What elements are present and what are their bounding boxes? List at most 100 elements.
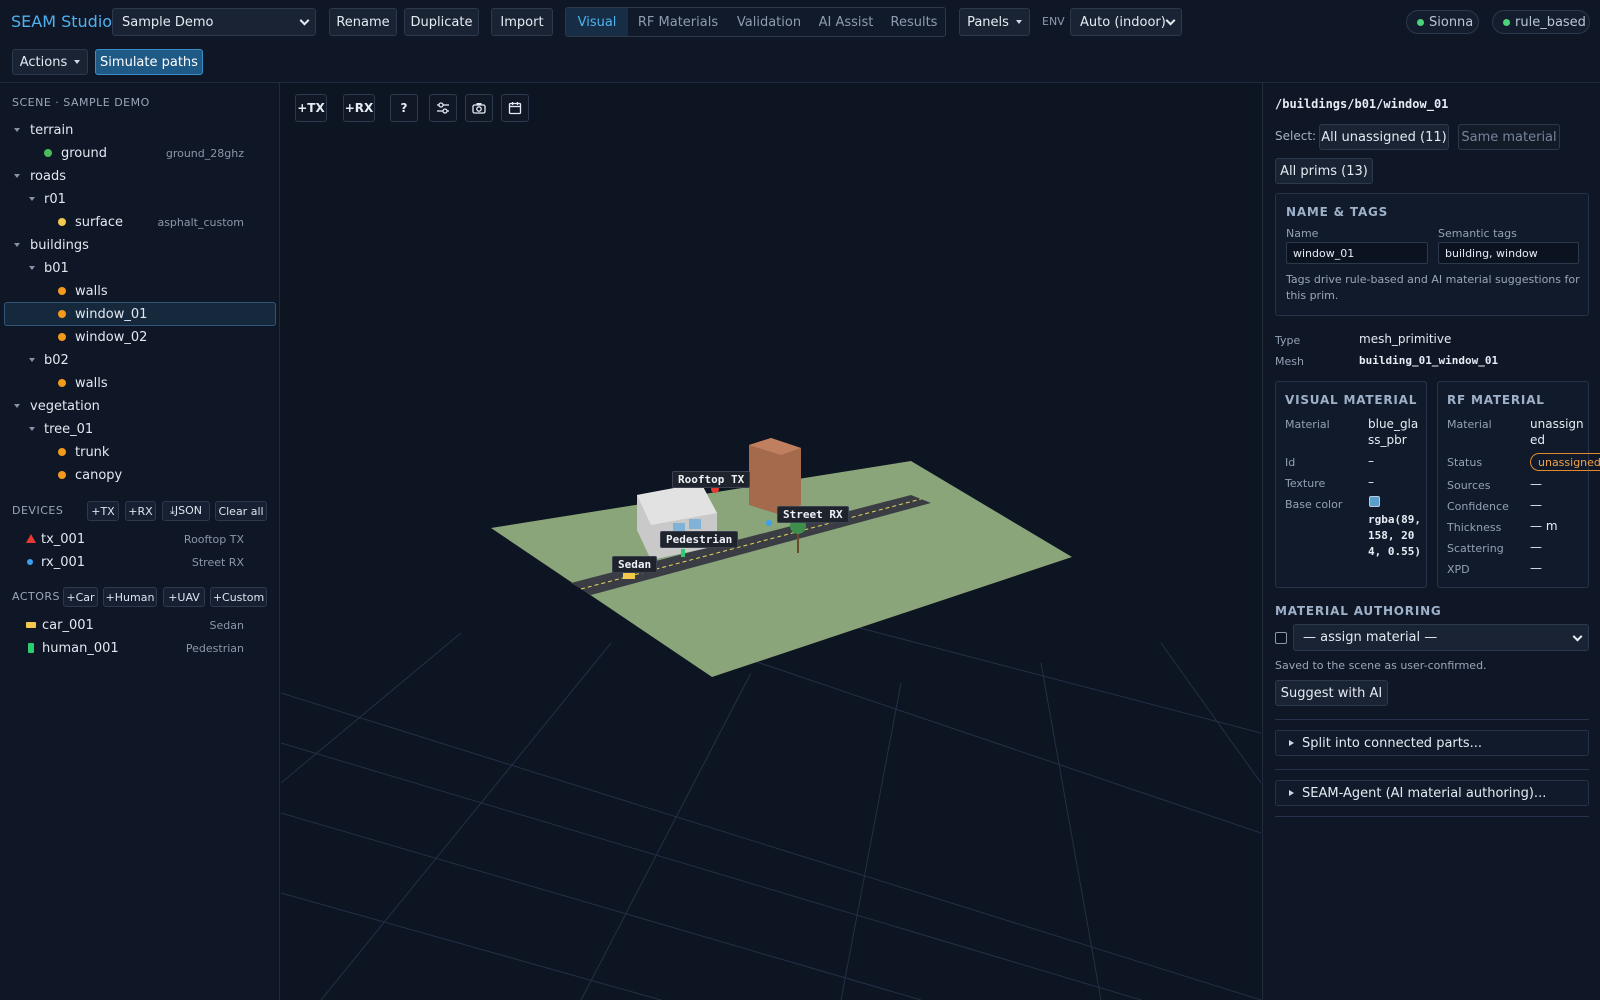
timeline-button[interactable] <box>501 94 529 122</box>
add-rx-button[interactable]: +RX <box>125 501 156 521</box>
tree-item-label: canopy <box>75 467 123 483</box>
seam-agent-disclosure[interactable]: SEAM-Agent (AI material authoring)... <box>1275 780 1589 806</box>
chevron-down-icon <box>1572 631 1583 642</box>
import-button[interactable]: Import <box>491 8 553 36</box>
add-car-button[interactable]: +Car <box>63 587 98 607</box>
disclosure-triangle-icon <box>1289 790 1294 796</box>
divider <box>1275 719 1589 720</box>
tree-item-canopy[interactable]: canopy <box>58 464 122 486</box>
actor-id: human_001 <box>42 640 119 656</box>
tab-validation[interactable]: Validation <box>728 8 810 36</box>
tree-item-roads[interactable]: roads <box>14 165 67 187</box>
device-label: Street RX <box>191 555 244 569</box>
env-select[interactable]: Auto (indoor) <box>1070 8 1182 36</box>
tree-item-label: tree_01 <box>44 421 94 437</box>
visual-base-color-label: Base color <box>1285 498 1343 511</box>
tree-item-material: asphalt_custom <box>157 215 244 229</box>
screenshot-button[interactable] <box>465 94 493 122</box>
material-dot-icon <box>58 218 66 226</box>
select-all-unassigned-button[interactable]: All unassigned (11) <box>1319 124 1449 150</box>
tree-item-surface[interactable]: surface asphalt_custom <box>58 211 280 233</box>
expand-triangle-icon <box>29 358 35 362</box>
tree-item-walls[interactable]: walls <box>58 280 108 302</box>
viewport-add-tx-button[interactable]: +TX <box>295 94 327 122</box>
clear-all-button[interactable]: Clear all <box>215 501 267 521</box>
app-root: SEAM Studio Sample Demo Rename Duplicate… <box>0 0 1600 1000</box>
tree-item-window-01[interactable]: window_01 <box>58 303 147 325</box>
tree-item-label: surface <box>75 214 124 230</box>
suggest-with-ai-button[interactable]: Suggest with AI <box>1275 680 1388 706</box>
select-same-material-button[interactable]: Same material <box>1458 124 1560 150</box>
visual-base-color-value: rgba(89, 158, 204, 0.55) <box>1368 513 1421 558</box>
tree-item-r01[interactable]: r01 <box>29 188 66 210</box>
tree-item-label: b01 <box>44 260 69 276</box>
tree-item-label: trunk <box>75 444 110 460</box>
visual-id-label: Id <box>1285 456 1296 469</box>
assign-material-value: — assign material — <box>1303 630 1438 645</box>
tree-item-label: roads <box>30 168 67 184</box>
tree-item-window-02[interactable]: window_02 <box>58 326 147 348</box>
panels-button[interactable]: Panels <box>959 8 1030 36</box>
tree-item-terrain[interactable]: terrain <box>14 119 73 141</box>
status-pill-label: Sionna <box>1429 14 1474 30</box>
visual-material-title: VISUAL MATERIAL <box>1285 393 1418 407</box>
type-value: mesh_primitive <box>1359 332 1452 346</box>
rf-thickness-label: Thickness <box>1447 521 1502 534</box>
tab-visual[interactable]: Visual <box>566 8 628 36</box>
viewport-add-rx-button[interactable]: +RX <box>343 94 375 122</box>
add-custom-button[interactable]: +Custom <box>210 587 267 607</box>
scene-select[interactable]: Sample Demo <box>112 8 316 36</box>
label-rooftop-tx: Rooftop TX <box>672 471 751 488</box>
semantic-tags-field[interactable]: building, window <box>1438 242 1579 264</box>
devices-heading: DEVICES <box>12 504 64 517</box>
tree-item-b01[interactable]: b01 <box>29 257 69 279</box>
actor-row-car-001[interactable]: car_001 Sedan <box>26 614 280 636</box>
simulate-paths-button[interactable]: Simulate paths <box>95 49 203 75</box>
semantic-tags-label: Semantic tags <box>1438 227 1517 240</box>
actor-row-human-001[interactable]: human_001 Pedestrian <box>26 637 280 659</box>
tree-item-trunk[interactable]: trunk <box>58 441 109 463</box>
actor-label: Sedan <box>209 618 244 632</box>
scene-sidebar: SCENE · SAMPLE DEMO terrain ground ground… <box>0 83 280 1000</box>
split-parts-label: Split into connected parts... <box>1302 735 1483 751</box>
confirm-checkbox[interactable] <box>1275 632 1287 644</box>
add-tx-button[interactable]: +TX <box>87 501 119 521</box>
status-pill-sionna: Sionna <box>1406 10 1479 34</box>
assign-material-select[interactable]: — assign material — <box>1293 624 1589 651</box>
split-parts-disclosure[interactable]: Split into connected parts... <box>1275 730 1589 756</box>
duplicate-button[interactable]: Duplicate <box>404 8 479 36</box>
rx-marker <box>766 520 772 526</box>
tree-item-label: walls <box>75 375 108 391</box>
sliders-button[interactable] <box>429 94 457 122</box>
rf-scattering-label: Scattering <box>1447 542 1504 555</box>
tab-rf-materials[interactable]: RF Materials <box>628 8 728 36</box>
tree-item-b02[interactable]: b02 <box>29 349 69 371</box>
export-json-button[interactable]: ⤓JSON <box>162 501 210 521</box>
device-row-tx-001[interactable]: tx_001 Rooftop TX <box>26 528 280 550</box>
material-dot-icon <box>58 471 66 479</box>
rf-status-badge: unassigned <box>1530 453 1600 471</box>
status-dot-icon <box>1417 19 1424 26</box>
tree-item-walls[interactable]: walls <box>58 372 108 394</box>
actor-id: car_001 <box>42 617 94 633</box>
tab-results[interactable]: Results <box>882 8 946 36</box>
actions-button[interactable]: Actions <box>12 49 88 75</box>
device-row-rx-001[interactable]: rx_001 Street RX <box>26 551 280 573</box>
add-uav-button[interactable]: +UAV <box>163 587 205 607</box>
add-human-button[interactable]: +Human <box>103 587 157 607</box>
tab-ai-assist[interactable]: AI Assist <box>810 8 882 36</box>
divider <box>1275 769 1589 770</box>
name-field[interactable]: window_01 <box>1286 242 1428 264</box>
status-dot-icon <box>1503 19 1510 26</box>
select-all-prims-button[interactable]: All prims (13) <box>1275 158 1373 184</box>
tree-item-buildings[interactable]: buildings <box>14 234 89 256</box>
base-color-swatch[interactable] <box>1369 496 1380 507</box>
visual-material-value: blue_glass_pbr <box>1368 417 1419 447</box>
3d-viewport[interactable]: +TX +RX ? Rooftop TX Street RX Pedestria… <box>281 83 1261 1000</box>
rename-button[interactable]: Rename <box>329 8 397 36</box>
help-button[interactable]: ? <box>390 94 418 122</box>
tree-item-ground[interactable]: ground ground_28ghz <box>44 142 280 164</box>
tree-item-tree-01[interactable]: tree_01 <box>29 418 94 440</box>
tree-item-vegetation[interactable]: vegetation <box>14 395 100 417</box>
material-dot-icon <box>58 379 66 387</box>
